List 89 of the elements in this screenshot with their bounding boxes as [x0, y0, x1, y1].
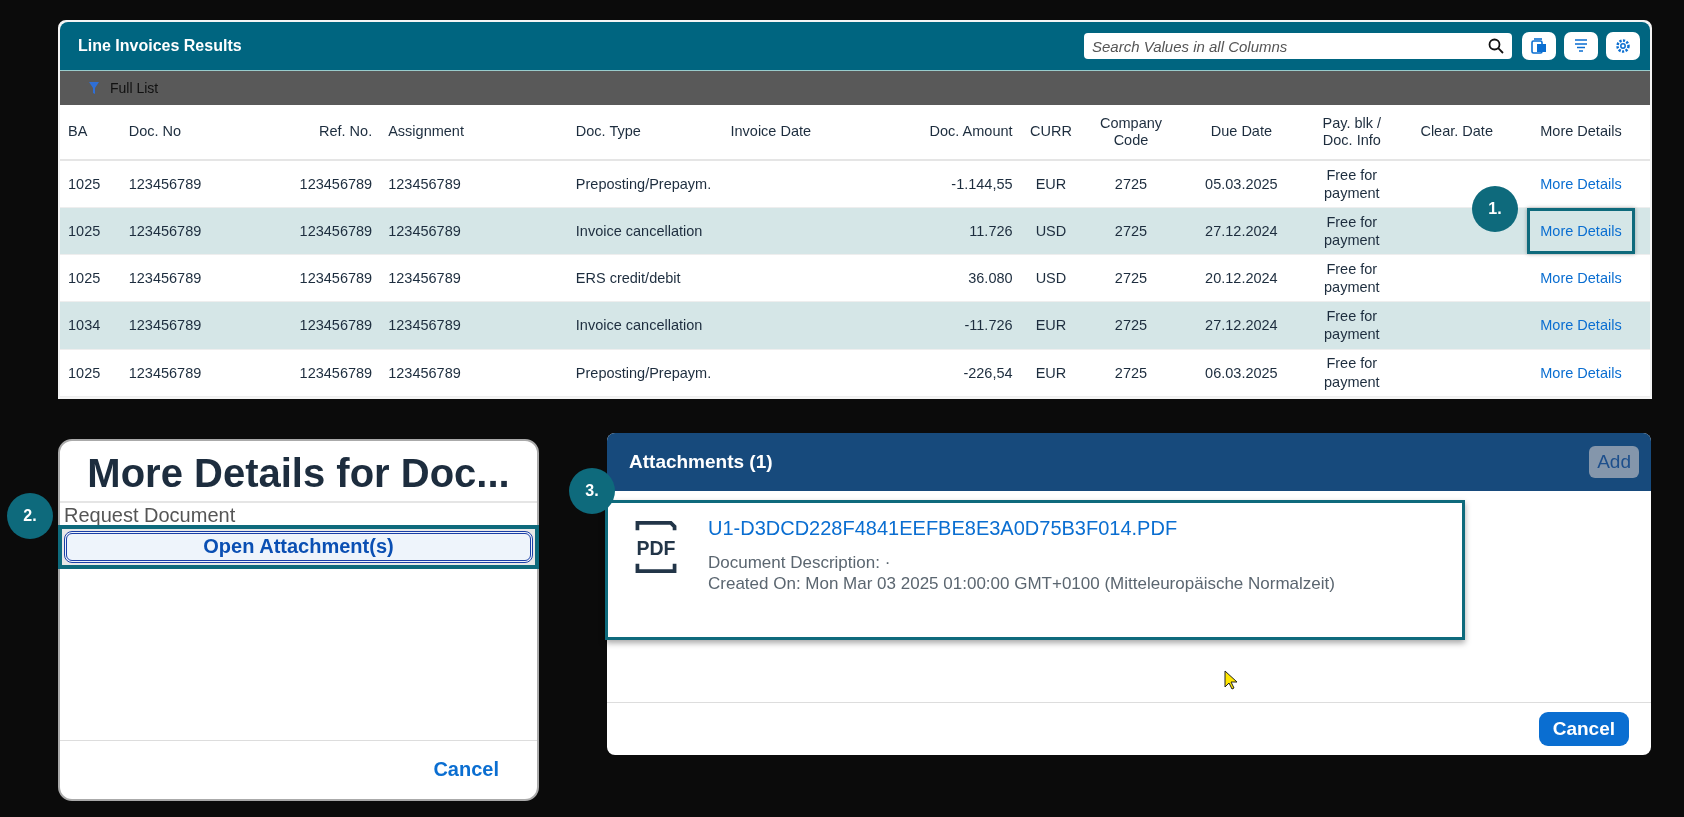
- column-header: Doc. Type: [575, 123, 641, 140]
- column-header: More Details: [1540, 123, 1622, 140]
- table-cell: Preposting/Prepaym.: [575, 176, 712, 192]
- table-cell: 2725: [1114, 223, 1148, 240]
- table-cell: 1025: [68, 270, 101, 287]
- table-cell: -11.726: [964, 317, 1013, 334]
- table-cell: 05.03.2025: [1205, 176, 1278, 192]
- table-cell: 123456789: [128, 223, 202, 240]
- table-cell: EUR: [1035, 176, 1067, 192]
- table-cell: 123456789: [299, 223, 373, 240]
- table-cell: 2725: [1114, 317, 1148, 334]
- column-header: Due Date: [1210, 123, 1273, 140]
- more-details-link[interactable]: More Details: [1540, 364, 1622, 381]
- column-header: Pay. blk / Doc. Info: [1322, 114, 1382, 148]
- dialog-title: More Details for Doc...: [60, 440, 537, 503]
- column-header: Company Code: [1099, 114, 1162, 148]
- column-header: BA: [68, 123, 88, 140]
- column-header: Doc. Amount: [929, 123, 1013, 140]
- table-cell: ERS credit/debit: [575, 270, 681, 287]
- table-cell: 1025: [68, 176, 101, 192]
- table-cell: 123456789: [128, 364, 202, 381]
- table-cell: 123456789: [299, 176, 373, 192]
- table-cell: 123456789: [128, 176, 202, 192]
- table-cell: 2725: [1114, 270, 1148, 287]
- export-button[interactable]: [1522, 32, 1556, 60]
- table-cell: Invoice cancellation: [575, 223, 703, 240]
- step-badge: 1.: [1471, 186, 1518, 233]
- search-icon: [1488, 38, 1504, 54]
- filter-icon: [88, 81, 100, 95]
- attachment-item[interactable]: PDF U1-D3DCD228F4841EEFBE8E3A0D75B3F014.PDF Document Description: · Created On: Mon Mar 03 2025 01:00:00 GMT+0100 (Mitteleuropäische Normalzeit): [605, 499, 1465, 640]
- more-details-link[interactable]: More Details: [1540, 270, 1622, 287]
- created-on-text: Created On: Mon Mar 03 2025 01:00:00 GMT+0100 (Mitteleuropäische Normalzeit): [708, 572, 1335, 595]
- table-cell: Free for payment: [1324, 261, 1380, 296]
- step-badge: 3.: [569, 467, 615, 514]
- search-field[interactable]: Search Values in all Columns: [1084, 33, 1512, 59]
- table-cell: 11.726: [969, 223, 1013, 240]
- table-cell: EUR: [1035, 364, 1067, 381]
- sort-button[interactable]: [1564, 32, 1598, 60]
- table-cell: 2725: [1114, 176, 1148, 192]
- table-cell: Free for payment: [1324, 308, 1380, 343]
- column-header: Ref. No.: [319, 123, 373, 140]
- table-cell: 123456789: [388, 270, 461, 287]
- list-icon: [1572, 37, 1590, 55]
- table-cell: USD: [1035, 223, 1067, 240]
- table-cell: 27.12.2024: [1205, 223, 1278, 240]
- table-cell: 1025: [68, 223, 101, 240]
- table-cell: Invoice cancellation: [575, 317, 703, 334]
- table-cell: 123456789: [388, 317, 461, 334]
- table-cell: EUR: [1035, 317, 1067, 334]
- table-cell: 36.080: [968, 270, 1013, 287]
- more-details-link[interactable]: More Details: [1540, 176, 1622, 192]
- step-badge: 2.: [7, 492, 53, 539]
- open-attachments-button[interactable]: Open Attachment(s): [64, 530, 533, 563]
- dialog-title: Attachments (1): [629, 450, 773, 473]
- cursor-icon: [1224, 669, 1238, 690]
- table-cell: 1034: [68, 317, 101, 334]
- cancel-button[interactable]: Cancel: [1538, 711, 1629, 746]
- table-cell: 20.12.2024: [1205, 270, 1278, 287]
- table-cell: 123456789: [128, 270, 202, 287]
- table-cell: Free for payment: [1324, 355, 1380, 390]
- table-cell: Free for payment: [1324, 214, 1380, 249]
- document-description: Document Description: ·: [708, 551, 892, 573]
- table-cell: 27.12.2024: [1205, 317, 1278, 334]
- column-header: Invoice Date: [730, 123, 812, 140]
- panel-title: Line Invoices Results: [78, 37, 243, 55]
- cancel-button[interactable]: Cancel: [433, 758, 499, 782]
- column-header: Doc. No: [128, 123, 182, 140]
- table-cell: 123456789: [128, 317, 202, 334]
- table-cell: 2725: [1114, 364, 1148, 381]
- table-cell: Preposting/Prepaym.: [575, 364, 712, 381]
- table-cell: Free for payment: [1324, 166, 1380, 202]
- variant-label[interactable]: Full List: [110, 80, 159, 96]
- table-cell: USD: [1035, 270, 1067, 287]
- table-cell: 06.03.2025: [1205, 364, 1278, 381]
- column-header: CURR: [1030, 123, 1072, 140]
- settings-button[interactable]: [1606, 32, 1640, 60]
- table-cell: -226,54: [963, 364, 1013, 381]
- table-cell: -1.144,55: [951, 176, 1013, 192]
- table-cell: 123456789: [299, 364, 373, 381]
- column-header: Assignment: [388, 123, 464, 140]
- table-cell: 123456789: [388, 176, 461, 192]
- table-cell: 123456789: [299, 317, 373, 334]
- table-cell: 123456789: [388, 364, 461, 381]
- table-cell: 123456789: [388, 223, 461, 240]
- table-cell: 1025: [68, 364, 101, 381]
- table-cell: 123456789: [299, 270, 373, 287]
- file-name-link[interactable]: U1-D3DCD228F4841EEFBE8E3A0D75B3F014.PDF: [708, 516, 1335, 540]
- settings-icon: [1614, 37, 1632, 55]
- column-header: Clear. Date: [1420, 123, 1493, 140]
